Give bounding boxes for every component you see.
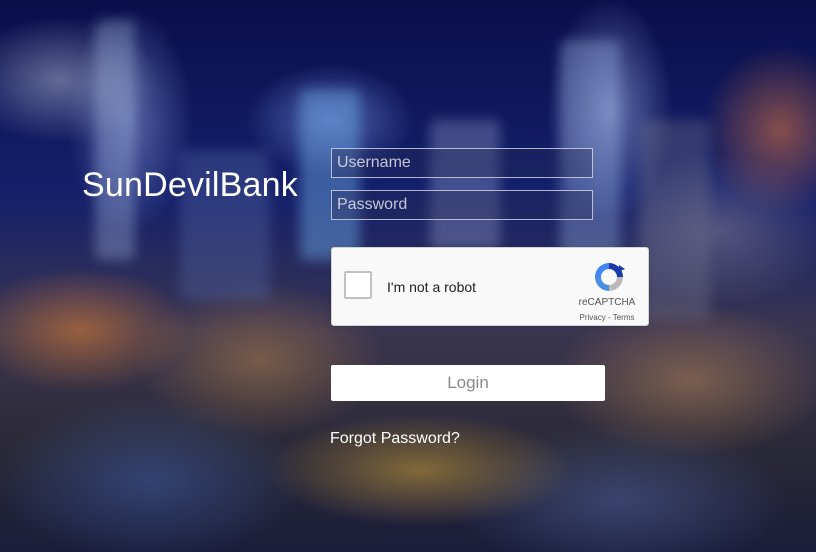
recaptcha-widget: I'm not a robot reCAPTCHA Privacy - Term… [331, 247, 649, 326]
forgot-password-link[interactable]: Forgot Password? [330, 430, 460, 448]
recaptcha-label: I'm not a robot [387, 279, 477, 295]
recaptcha-brand: reCAPTCHA [578, 297, 636, 308]
background-light [640, 120, 710, 320]
links-separator: - [605, 313, 613, 322]
background-light [95, 20, 135, 260]
background-light [430, 120, 500, 250]
login-button[interactable]: Login [331, 365, 605, 401]
terms-link[interactable]: Terms [613, 313, 635, 322]
password-input[interactable] [331, 190, 593, 220]
privacy-link[interactable]: Privacy [580, 313, 606, 322]
recaptcha-logo-icon [595, 263, 625, 291]
brand-title: SunDevilBank [82, 166, 298, 204]
recaptcha-checkbox[interactable] [344, 271, 372, 299]
username-input[interactable] [331, 148, 593, 178]
recaptcha-links: Privacy - Terms [572, 313, 642, 322]
